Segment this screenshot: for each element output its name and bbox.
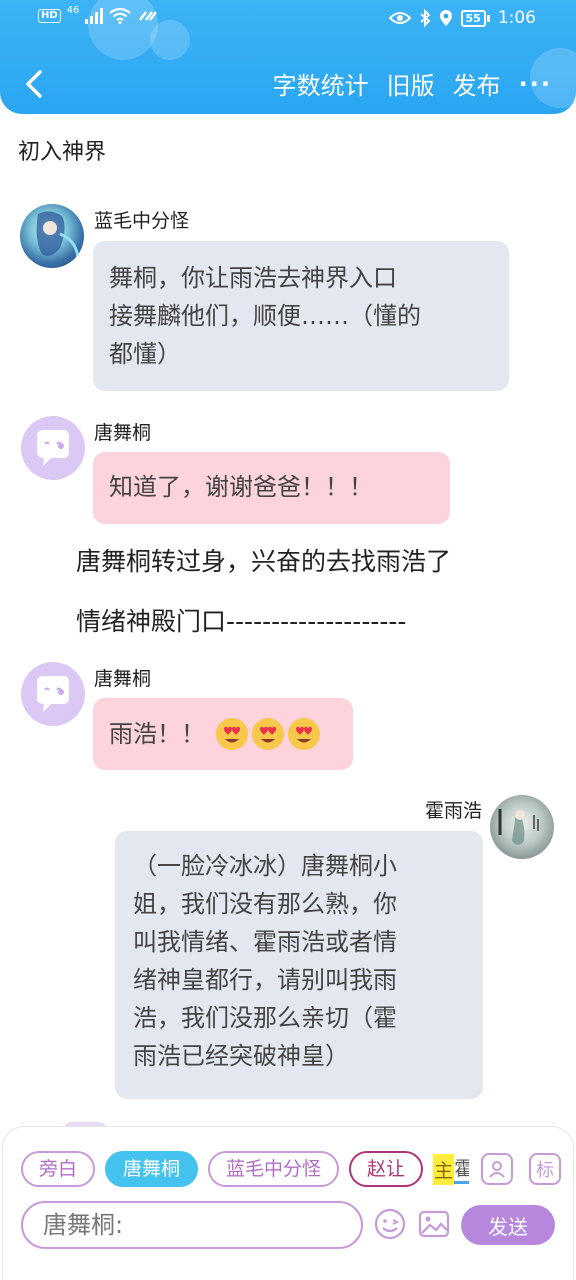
sender-name: 唐舞桐 <box>94 422 152 444</box>
signal-icon <box>85 8 104 24</box>
send-button[interactable]: 发送 <box>461 1205 555 1245</box>
hd-badge: HD <box>38 9 61 23</box>
role-chip-bar: 旁白 唐舞桐 蓝毛中分怪 赵让 主霍 <box>21 1151 470 1187</box>
role-chip-overflow[interactable]: 主霍 <box>433 1151 470 1187</box>
bluetooth-icon <box>419 9 430 27</box>
avatar[interactable] <box>21 416 85 480</box>
chapter-title: 初入神界 <box>18 140 107 165</box>
status-bar: HD 46 55 1:06 <box>0 0 576 40</box>
chat-bubble-icon <box>37 430 69 466</box>
chat-bubble-icon <box>37 676 69 712</box>
link-icon <box>139 11 158 21</box>
message-line: 都懂） <box>109 340 181 368</box>
message-line: 姐，我们没有那么熟，你 <box>133 890 397 918</box>
network-type: 46 <box>66 4 80 16</box>
role-chip-narration[interactable]: 旁白 <box>21 1151 96 1187</box>
sender-name: 唐舞桐 <box>94 668 152 690</box>
narration-text[interactable]: 情绪神殿门口-------------------- <box>76 602 406 638</box>
message-line: （一脸冷冰冰）唐舞桐小 <box>133 852 397 880</box>
character-portrait-icon <box>498 809 539 845</box>
avatar[interactable] <box>20 204 84 268</box>
eye-icon <box>388 12 411 24</box>
sender-name: 蓝毛中分怪 <box>94 210 190 232</box>
message-bubble[interactable]: 舞桐，你让雨浩去神界入口 接舞麟他们，顺便……（懂的 都懂） <box>93 241 509 391</box>
more-menu-button[interactable]: ··· <box>519 70 552 98</box>
message-line: 舞桐，你让雨浩去神界入口 <box>109 264 397 292</box>
message-line: 雨浩已经突破神皇） <box>133 1042 349 1070</box>
back-arrow-icon[interactable] <box>20 66 50 102</box>
heart-eyes-emoji-icon <box>215 717 321 751</box>
message-text: 雨浩！！ <box>109 720 205 748</box>
role-chip-lanmao[interactable]: 蓝毛中分怪 <box>208 1151 340 1187</box>
person-icon[interactable] <box>481 1153 513 1185</box>
role-chip-cut-label: 霍 <box>454 1154 470 1184</box>
avatar[interactable] <box>21 662 85 726</box>
message-input[interactable] <box>43 1211 341 1239</box>
message-line: 叫我情绪、霍雨浩或者情 <box>133 928 397 956</box>
message-line: 绪神皇都行，请别叫我雨 <box>133 966 397 994</box>
narration-text[interactable]: 唐舞桐转过身，兴奋的去找雨浩了 <box>76 542 451 578</box>
image-icon[interactable] <box>417 1207 451 1241</box>
composer-panel: 旁白 唐舞桐 蓝毛中分怪 赵让 主霍 标 发送 <box>2 1126 574 1280</box>
location-icon <box>439 10 452 26</box>
sender-name: 霍雨浩 <box>424 800 482 822</box>
publish-button[interactable]: 发布 <box>453 66 501 101</box>
clock: 1:06 <box>497 8 536 28</box>
message-line: 浩，我们没那么亲切（霍 <box>133 1004 397 1032</box>
word-count-button[interactable]: 字数统计 <box>273 66 369 101</box>
message-text: 知道了，谢谢爸爸！！！ <box>109 473 373 501</box>
old-version-button[interactable]: 旧版 <box>387 66 435 101</box>
character-portrait-icon <box>36 211 80 259</box>
message-bubble[interactable]: 雨浩！！ <box>93 698 353 770</box>
emoji-icon[interactable] <box>373 1207 407 1241</box>
battery-icon: 55 <box>460 9 490 27</box>
message-input-wrapper <box>21 1201 363 1249</box>
avatar[interactable] <box>490 795 554 859</box>
battery-level: 55 <box>460 9 486 27</box>
protagonist-tag: 主 <box>433 1153 455 1185</box>
nav-bar: 字数统计 旧版 发布 ··· <box>0 60 576 108</box>
top-header: HD 46 55 1:06 字数统计 旧版 发布 ··· <box>0 0 576 114</box>
message-bubble[interactable]: （一脸冷冰冰）唐舞桐小 姐，我们没有那么熟，你 叫我情绪、霍雨浩或者情 绪神皇都… <box>115 831 483 1099</box>
role-chip-tang-wutong[interactable]: 唐舞桐 <box>105 1151 199 1187</box>
wifi-icon <box>109 8 132 24</box>
mark-button[interactable]: 标 <box>529 1153 561 1185</box>
message-line: 接舞麟他们，顺便……（懂的 <box>109 302 421 330</box>
message-bubble[interactable]: 知道了，谢谢爸爸！！！ <box>93 452 450 524</box>
role-chip-zhaorang[interactable]: 赵让 <box>349 1151 424 1187</box>
